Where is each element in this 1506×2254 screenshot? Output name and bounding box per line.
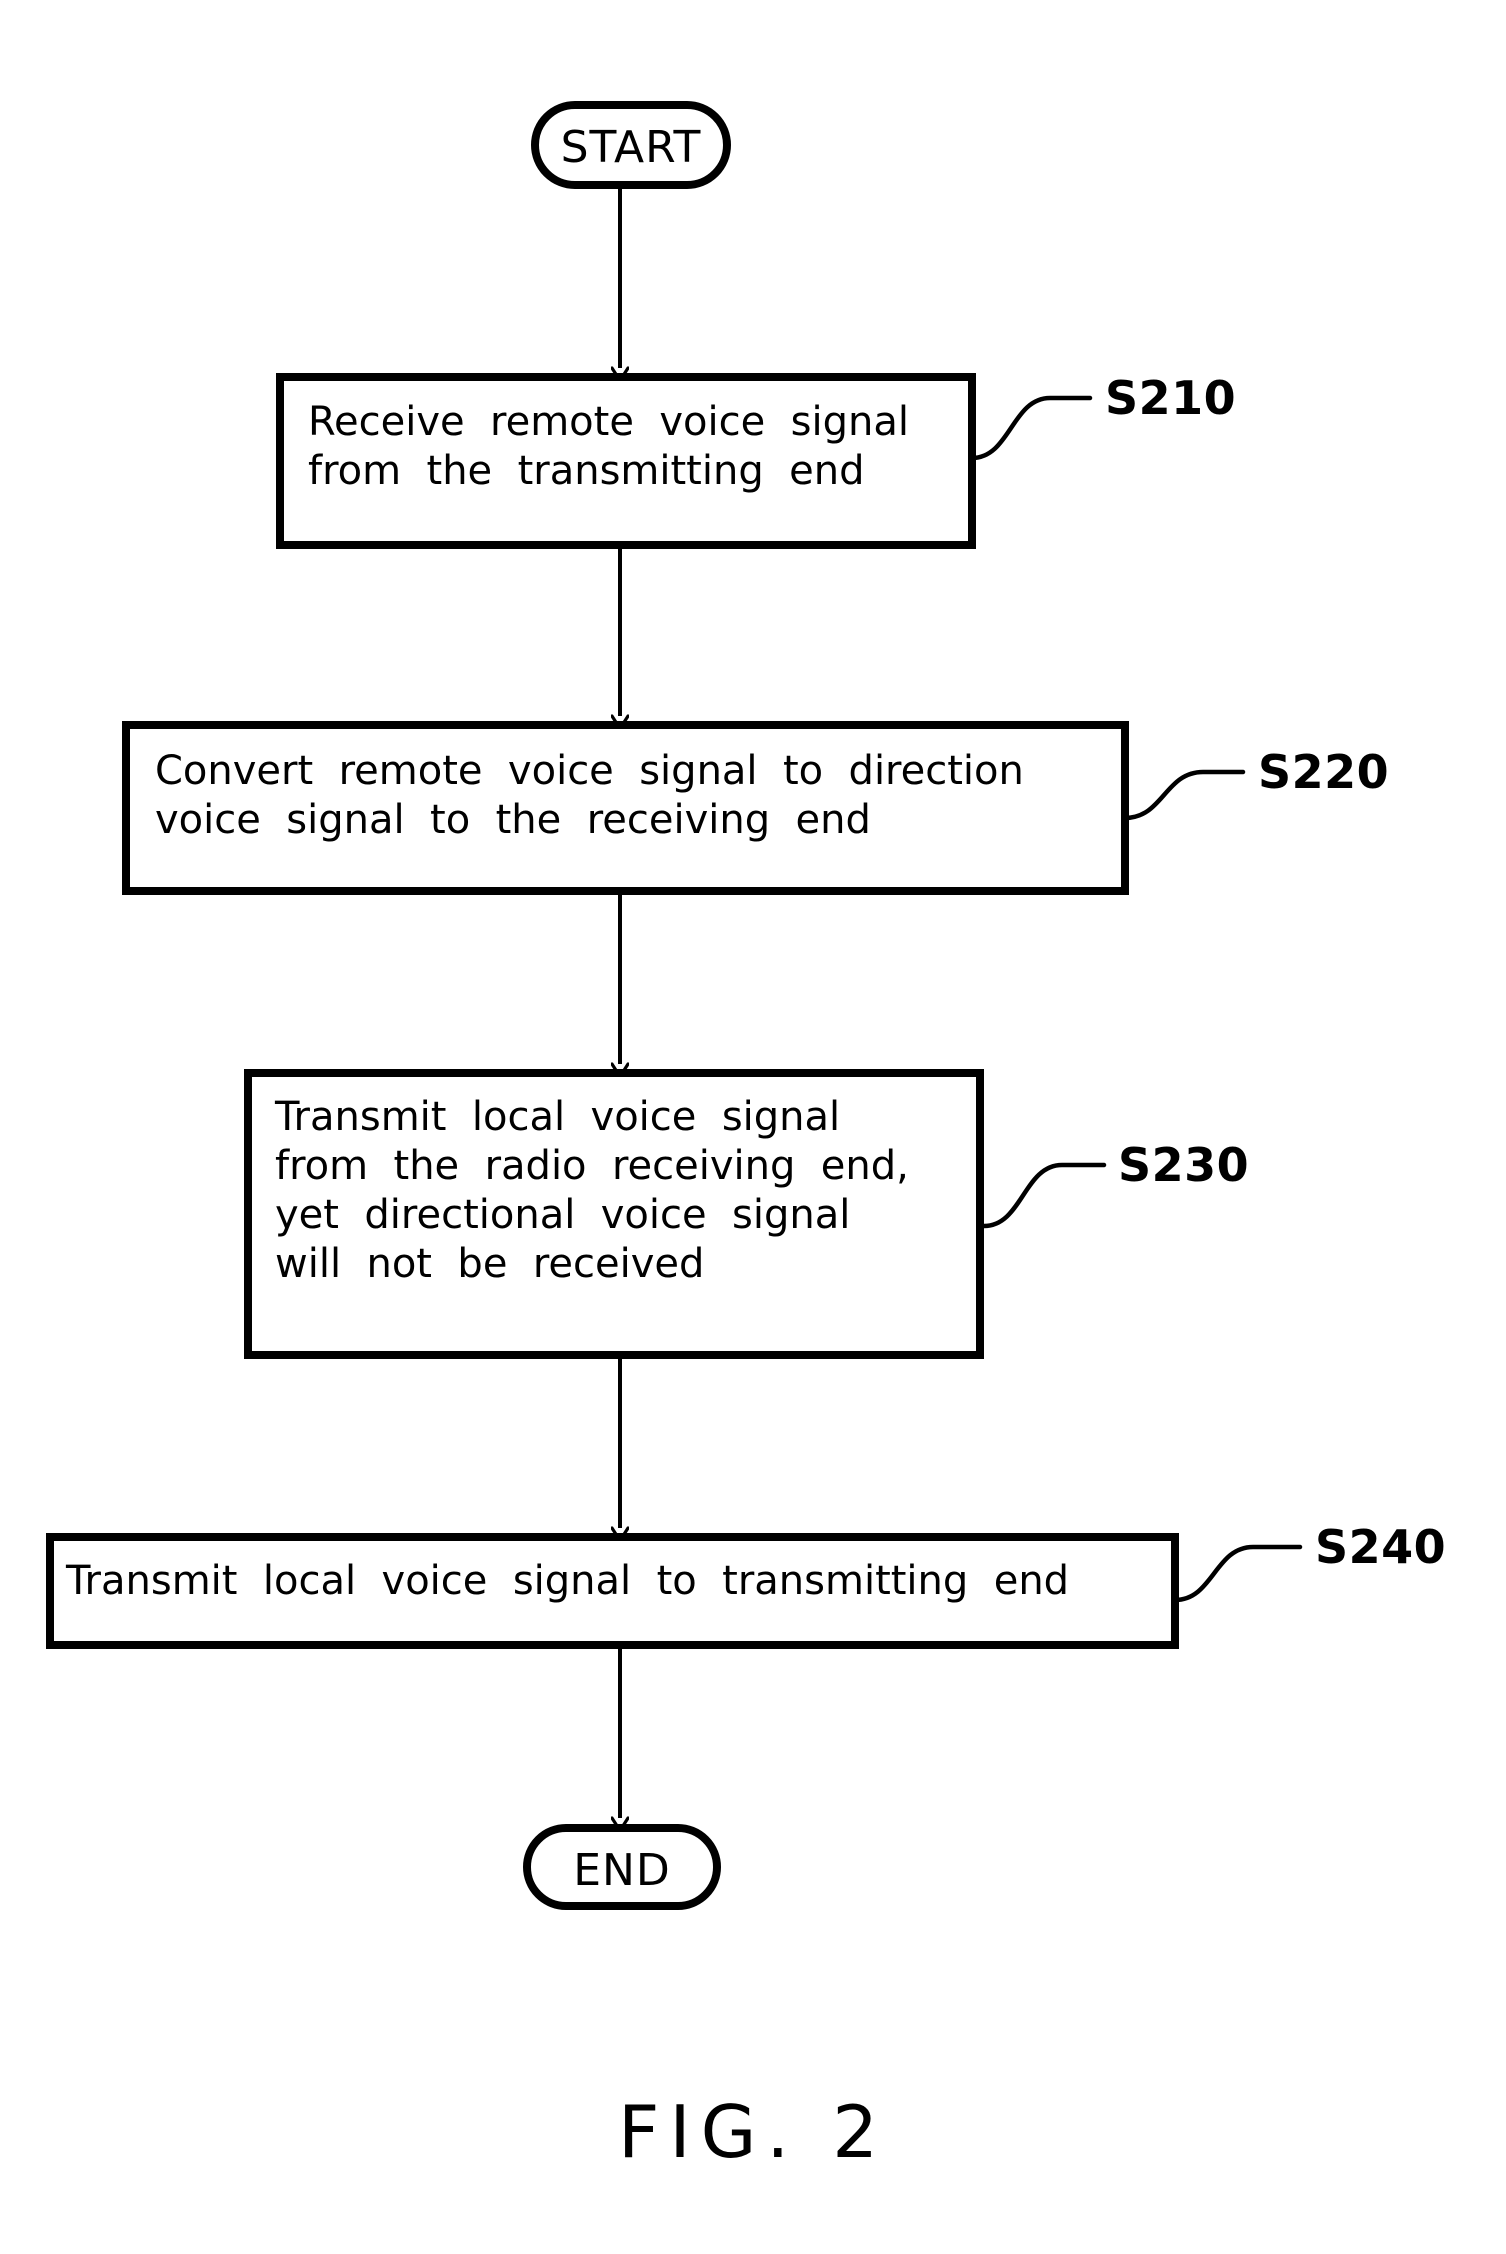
step-box-s210	[276, 373, 976, 549]
leader-line-s230	[981, 1162, 1107, 1229]
figure-caption: FIG. 2	[617, 2090, 889, 2174]
step-box-s230	[244, 1069, 984, 1359]
step-box-s220	[122, 721, 1129, 895]
start-terminator-shape	[531, 101, 731, 189]
flowchart-canvas	[46, 101, 1303, 1910]
figure-2-flowchart: START Receive remote voice signal from t…	[0, 0, 1506, 2254]
step-box-s240	[46, 1533, 1179, 1649]
leader-line-s210	[969, 395, 1093, 461]
leader-line-s220	[1122, 769, 1246, 821]
end-terminator-shape	[523, 1824, 721, 1910]
leader-line-s240	[1172, 1544, 1303, 1603]
